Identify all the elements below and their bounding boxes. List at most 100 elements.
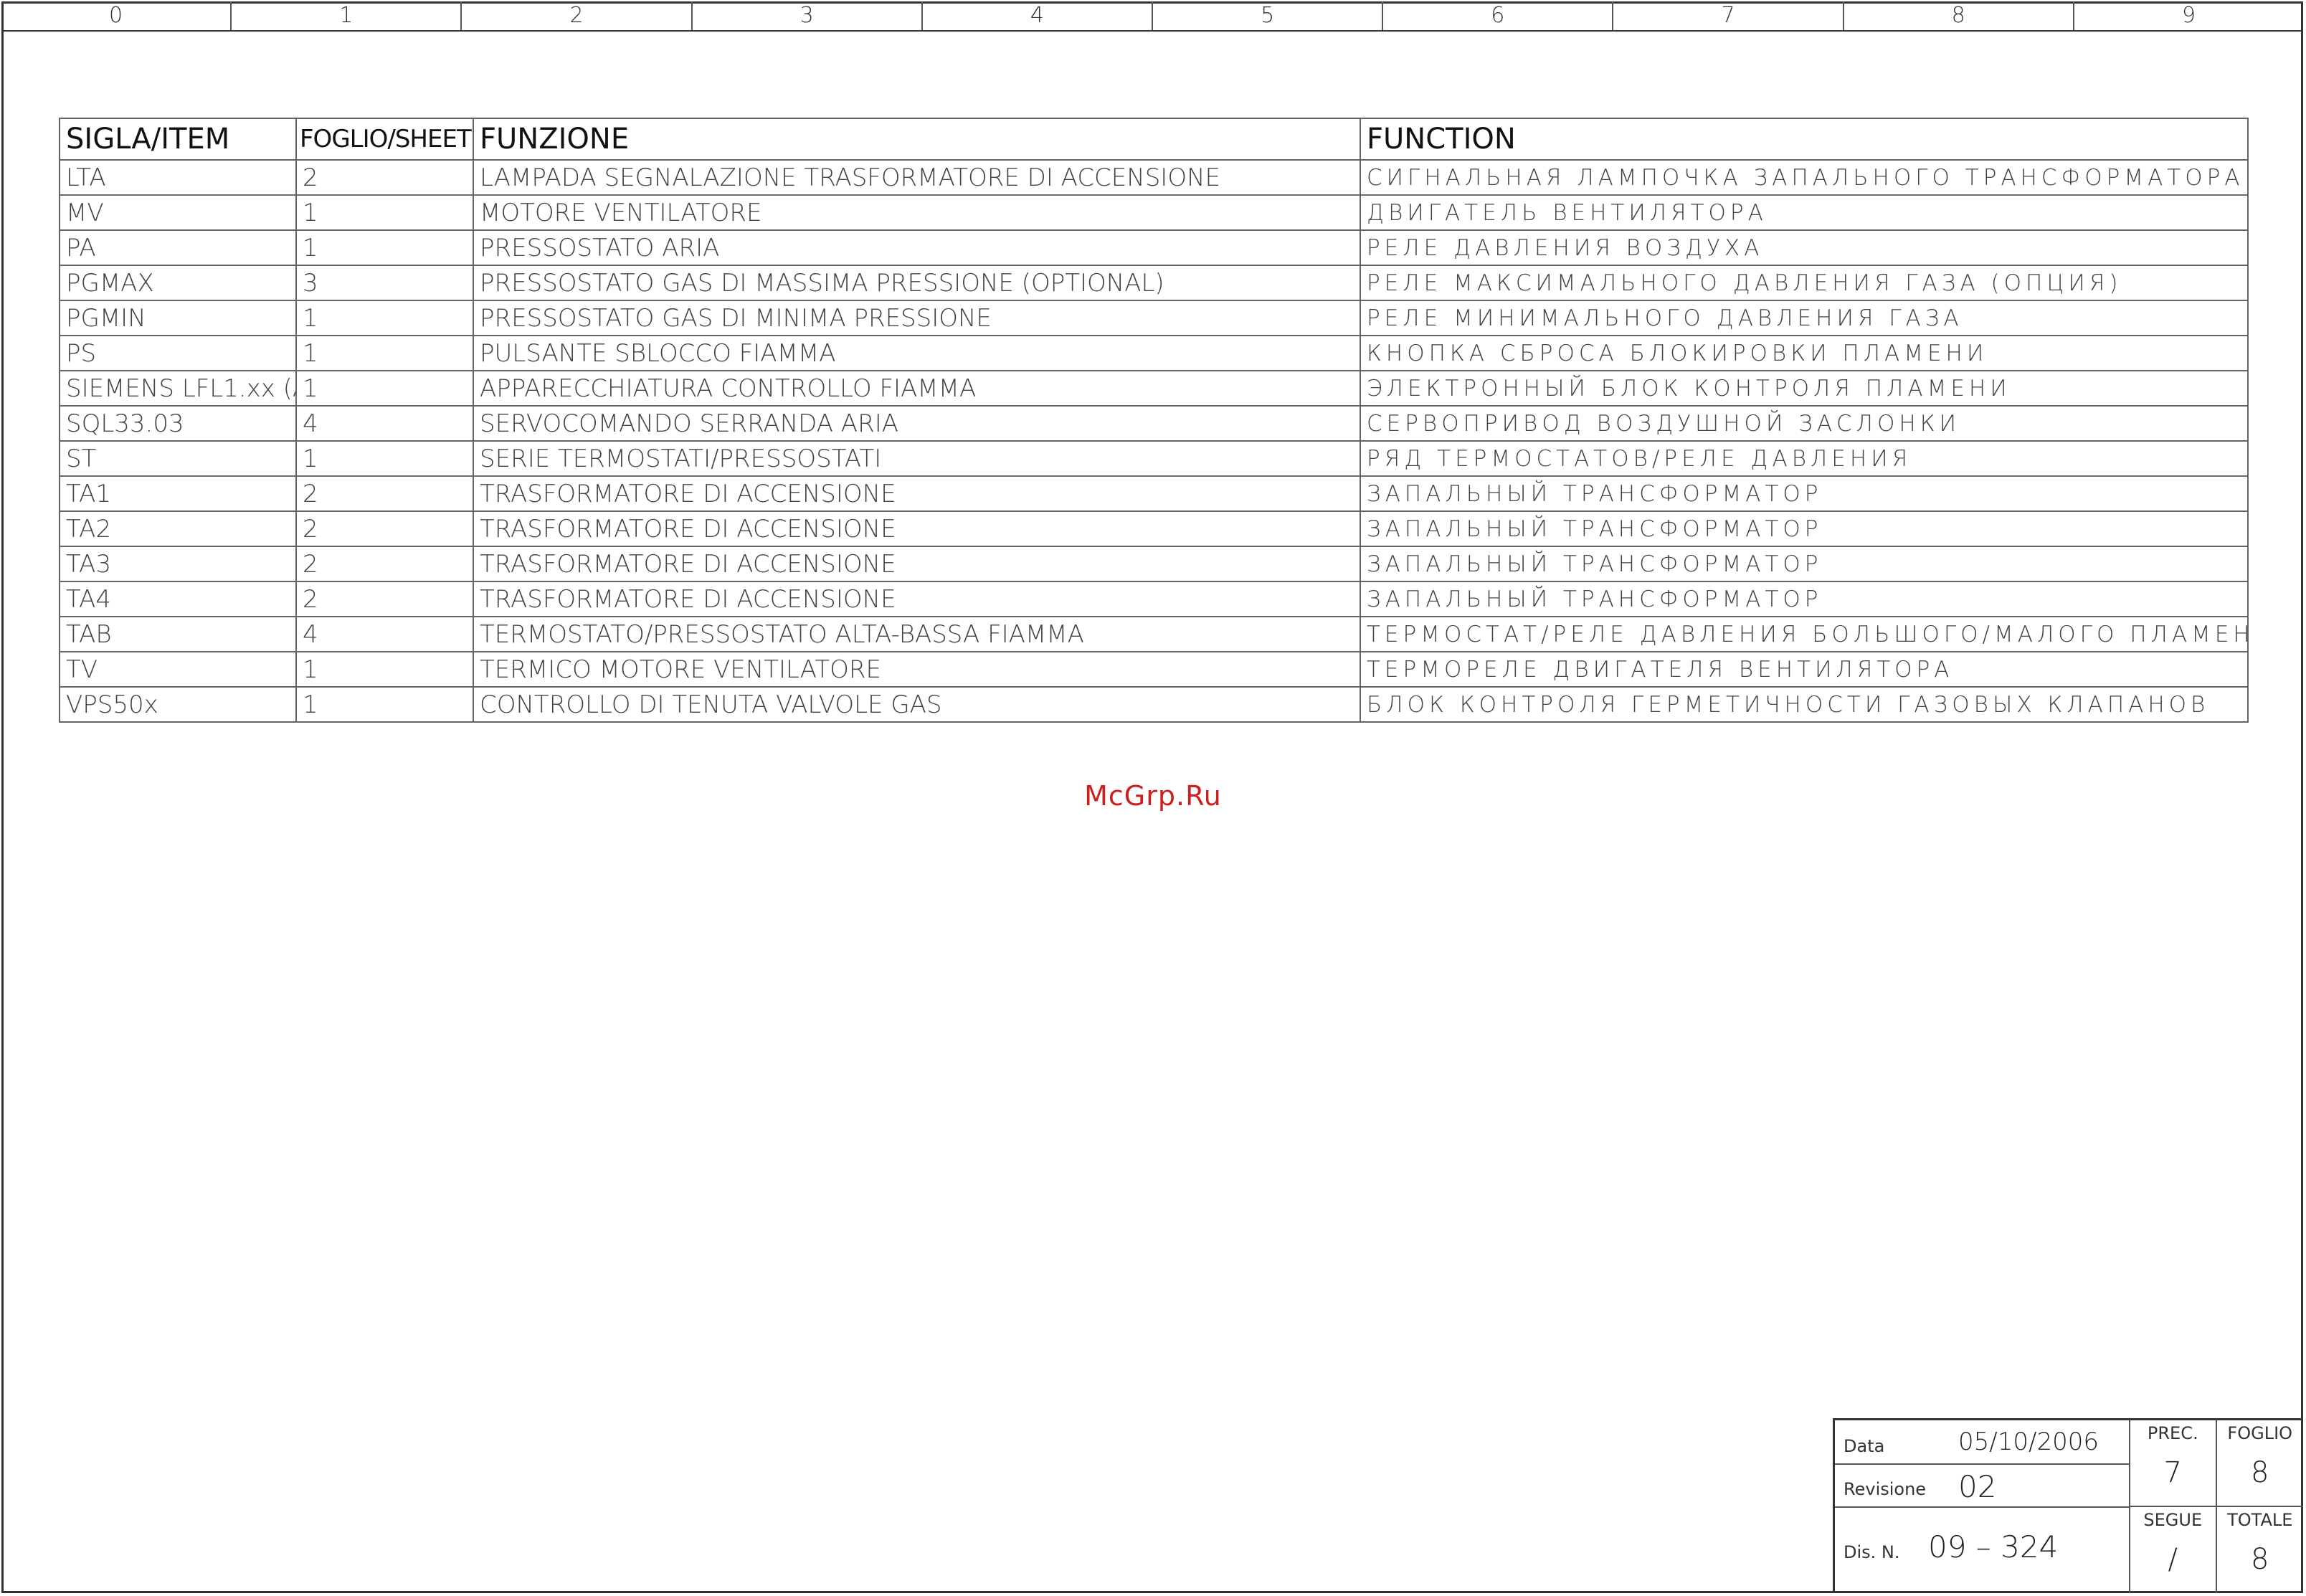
function-cell: Запальный трансформатор (1360, 581, 2249, 617)
ruler-cell: 8 (1844, 1, 2074, 30)
funzione-cell: CONTROLLO DI TENUTA VALVOLE GAS (473, 686, 1361, 723)
legend-table: SIGLA/ITEM FOGLIO/SHEET FUNZIONE FUNCTIO… (59, 118, 2249, 723)
funzione-cell: SERIE TERMOSTATI/PRESSOSTATI (473, 440, 1361, 477)
table-row: TA1 2 TRASFORMATORE DI ACCENSIONE Запальный… (59, 475, 2249, 512)
sheet-cell: 2 (295, 581, 474, 617)
funzione-cell: TRASFORMATORE DI ACCENSIONE (473, 546, 1361, 582)
table-row: TA3 2 TRASFORMATORE DI ACCENSIONE Запальный… (59, 546, 2249, 582)
sheet-cell: 2 (295, 510, 474, 547)
item-cell: TV (59, 651, 297, 688)
ruler-cell: 3 (693, 1, 923, 30)
funzione-cell: TRASFORMATORE DI ACCENSIONE (473, 510, 1361, 547)
ruler-cell: 5 (1153, 1, 1384, 30)
table-row: TAB 4 TERMOSTATO/PRESSOSTATO ALTA-BASSA FI… (59, 616, 2249, 652)
next-sheet-value: / (2168, 1542, 2178, 1576)
sheet-cell: 1 (295, 194, 474, 231)
item-cell: PA (59, 229, 297, 266)
ruler-cell: 7 (1613, 1, 1844, 30)
table-row: PGMIN 1 PRESSOSTATO GAS DI MINIMA PRESSION… (59, 300, 2249, 336)
table-row: ST 1 SERIE TERMOSTATI/PRESSOSTATI Ряд термо… (59, 440, 2249, 477)
sheet-cell: 4 (295, 616, 474, 652)
drawing-number-value: 09 – 324 (1928, 1529, 2059, 1564)
function-cell: Запальный трансформатор (1360, 546, 2249, 582)
table-row: PS 1 PULSANTE SBLOCCO FIAMMA Кнопка сброса … (59, 335, 2249, 371)
function-cell: Реле давления воздуха (1360, 229, 2249, 266)
funzione-cell: LAMPADA SEGNALAZIONE TRASFORMATORE DI AC… (473, 159, 1361, 196)
sheet-cell: 1 (295, 686, 474, 723)
function-cell: Термостат/реле давления большого/малого … (1360, 616, 2249, 652)
sheet-cell: 4 (295, 405, 474, 442)
function-cell: Реле минимального давления газа (1360, 300, 2249, 336)
table-row: SQL33.03 4 SERVOCOMANDO SERRANDA ARIA Серво… (59, 405, 2249, 442)
header-funzione: FUNZIONE (473, 118, 1361, 161)
function-cell: Запальный трансформатор (1360, 510, 2249, 547)
ruler-cell: 6 (1383, 1, 1614, 30)
watermark: McGrp.Ru (1084, 780, 1222, 812)
total-sheets-cell: TOTALE 8 (2217, 1507, 2304, 1594)
sheet-cell: 2 (295, 546, 474, 582)
sheet-cell: 1 (295, 229, 474, 266)
revision-label: Revisione (1844, 1479, 1927, 1499)
table-row: PGMAX 3 PRESSOSTATO GAS DI MASSIMA PRESSIO… (59, 265, 2249, 301)
function-cell: Реле максимального давления газа (опция) (1360, 265, 2249, 301)
item-cell: PGMIN (59, 300, 297, 336)
sheet-cell: 1 (295, 440, 474, 477)
sheet-cell: 1 (295, 335, 474, 371)
table-row: TV 1 TERMICO MOTORE VENTILATORE Термореле д… (59, 651, 2249, 688)
sheet-cell: 2 (295, 475, 474, 512)
item-cell: MV (59, 194, 297, 231)
item-cell: SQL33.03 (59, 405, 297, 442)
function-cell: Двигатель вентилятора (1360, 194, 2249, 231)
item-cell: VPS50x (59, 686, 297, 723)
funzione-cell: SERVOCOMANDO SERRANDA ARIA (473, 405, 1361, 442)
next-sheet-label: SEGUE (2143, 1509, 2203, 1530)
table-row: SIEMENS LFL1.xx (A) 1 APPARECCHIATURA CONT… (59, 370, 2249, 407)
function-cell: Электронный блок контроля пламени (1360, 370, 2249, 407)
ruler-cell: 2 (462, 1, 693, 30)
date-value: 05/10/2006 (1958, 1428, 2099, 1456)
item-cell: PGMAX (59, 265, 297, 301)
item-cell: TA1 (59, 475, 297, 512)
function-cell: Запальный трансформатор (1360, 475, 2249, 512)
item-cell: ST (59, 440, 297, 477)
function-cell: Блок контроля герметичности газовых клап… (1360, 686, 2249, 723)
table-row: LTA 2 LAMPADA SEGNALAZIONE TRASFORMATORE D… (59, 159, 2249, 196)
item-cell: SIEMENS LFL1.xx (A) (59, 370, 297, 407)
header-sheet: FOGLIO/SHEET (295, 118, 474, 161)
sheet-cell: 2 (295, 159, 474, 196)
table-row: PA 1 PRESSOSTATO ARIA Реле давления воздуха (59, 229, 2249, 266)
table-header-row: SIGLA/ITEM FOGLIO/SHEET FUNZIONE FUNCTIO… (59, 118, 2249, 161)
ruler-cell: 1 (232, 1, 462, 30)
function-cell: Термореле двигателя вентилятора (1360, 651, 2249, 688)
function-cell: Сервопривод воздушной заслонки (1360, 405, 2249, 442)
function-cell: Кнопка сброса блокировки пламени (1360, 335, 2249, 371)
sheet-cell: FOGLIO 8 (2216, 1420, 2303, 1507)
prev-sheet-label: PREC. (2147, 1423, 2198, 1443)
drawing-number-label: Dis. N. (1844, 1542, 1900, 1562)
date-label: Data (1844, 1436, 1885, 1456)
funzione-cell: TRASFORMATORE DI ACCENSIONE (473, 475, 1361, 512)
prev-sheet-value: 7 (2163, 1456, 2182, 1489)
funzione-cell: TERMICO MOTORE VENTILATORE (473, 651, 1361, 688)
item-cell: TAB (59, 616, 297, 652)
ruler-cell: 0 (1, 1, 232, 30)
total-sheets-value: 8 (2251, 1542, 2269, 1576)
item-cell: TA2 (59, 510, 297, 547)
sheet-value: 8 (2251, 1456, 2269, 1489)
table-row: MV 1 MOTORE VENTILATORE Двигатель вентилято… (59, 194, 2249, 231)
revision-row: Revisione 02 (1835, 1465, 2129, 1508)
sheet-label: FOGLIO (2227, 1423, 2293, 1443)
title-block-info: Data 05/10/2006 Revisione 02 Dis. N. 09 … (1835, 1420, 2130, 1593)
item-cell: TA4 (59, 581, 297, 617)
prev-sheet-cell: PREC. 7 (2130, 1420, 2217, 1507)
item-cell: LTA (59, 159, 297, 196)
ruler-cell: 4 (923, 1, 1154, 30)
function-cell: Сигнальная лампочка запального трансформ… (1360, 159, 2249, 196)
sheet-cell: 1 (295, 370, 474, 407)
funzione-cell: APPARECCHIATURA CONTROLLO FIAMMA (473, 370, 1361, 407)
next-sheet-cell: SEGUE / (2130, 1506, 2217, 1593)
column-ruler: 012345678 9 (1, 1, 2303, 32)
total-sheets-label: TOTALE (2227, 1509, 2293, 1530)
sheet-cell: 1 (295, 300, 474, 336)
funzione-cell: PRESSOSTATO GAS DI MINIMA PRESSIONE (473, 300, 1361, 336)
